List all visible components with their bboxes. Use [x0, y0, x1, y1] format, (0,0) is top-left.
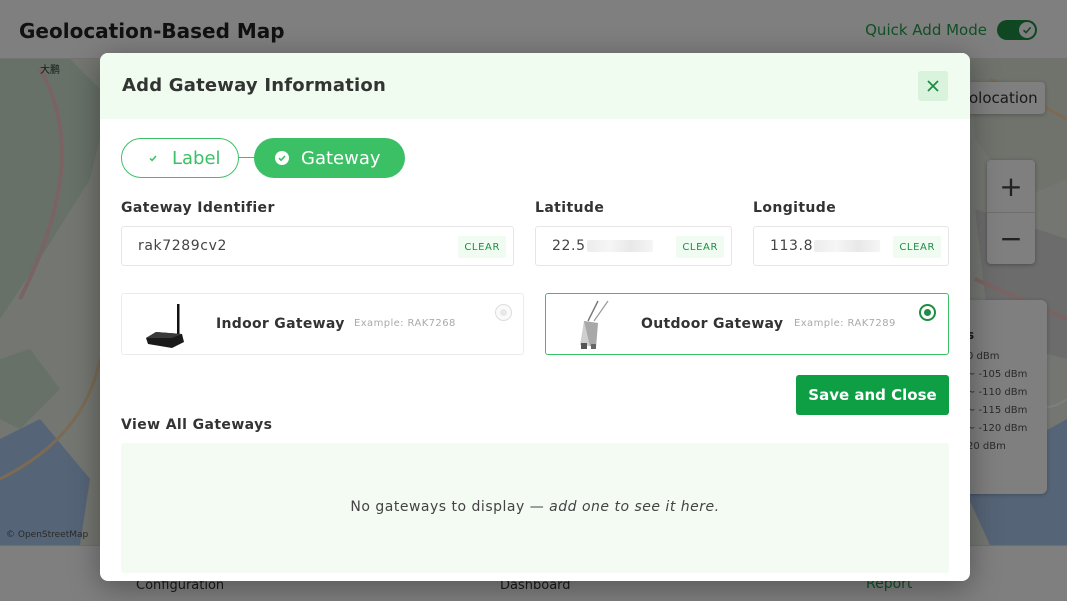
- outdoor-gateway-option[interactable]: Outdoor Gateway Example: RAK7289: [545, 293, 949, 355]
- gateway-identifier-field[interactable]: rak7289cv2 CLEAR: [121, 226, 514, 266]
- outdoor-gateway-radio[interactable]: [919, 304, 936, 321]
- step-gateway-text: Gateway: [301, 147, 381, 169]
- clear-longitude-button[interactable]: CLEAR: [893, 236, 941, 258]
- step-label[interactable]: Label: [121, 138, 239, 178]
- redacted-mask: [814, 240, 881, 252]
- gateway-list: No gateways to display — add one to see …: [121, 443, 949, 573]
- empty-state-hint: add one to see it here.: [549, 499, 720, 515]
- step-indicator: Label Gateway: [121, 138, 421, 178]
- gateway-identifier-value: rak7289cv2: [138, 238, 227, 254]
- empty-state-text: No gateways to display —: [350, 499, 545, 515]
- check-icon: [146, 151, 160, 165]
- add-gateway-modal: Add Gateway Information Label Gateway Ga…: [100, 53, 970, 581]
- indoor-gateway-radio[interactable]: [495, 304, 512, 321]
- indoor-gateway-name: Indoor Gateway: [216, 316, 345, 332]
- outdoor-gateway-name: Outdoor Gateway: [641, 316, 784, 332]
- indoor-router-icon: [146, 304, 184, 348]
- latitude-value: 22.5: [552, 238, 586, 254]
- empty-state-message: No gateways to display — add one to see …: [121, 499, 949, 515]
- gateway-identifier-label: Gateway Identifier: [121, 200, 275, 216]
- latitude-field[interactable]: 22.5 CLEAR: [535, 226, 732, 266]
- save-and-close-button[interactable]: Save and Close: [796, 375, 949, 415]
- step-gateway[interactable]: Gateway: [254, 138, 405, 178]
- clear-latitude-button[interactable]: CLEAR: [676, 236, 724, 258]
- step-label-text: Label: [172, 147, 221, 169]
- clear-gateway-identifier-button[interactable]: CLEAR: [458, 236, 506, 258]
- latitude-value-wrap: 22.5: [552, 238, 653, 254]
- redacted-mask: [586, 240, 653, 252]
- outdoor-gateway-icon: [580, 300, 609, 349]
- longitude-value: 113.8: [770, 238, 814, 254]
- longitude-value-wrap: 113.8: [770, 238, 881, 254]
- indoor-gateway-example: Example: RAK7268: [354, 318, 456, 329]
- modal-title: Add Gateway Information: [122, 75, 386, 96]
- latitude-label: Latitude: [535, 200, 605, 216]
- indoor-gateway-option[interactable]: Indoor Gateway Example: RAK7268: [121, 293, 524, 355]
- modal-header: Add Gateway Information: [100, 53, 970, 119]
- view-all-gateways-title: View All Gateways: [121, 417, 273, 433]
- check-circle-icon: [275, 151, 289, 165]
- close-icon: [927, 80, 939, 92]
- longitude-label: Longitude: [753, 200, 837, 216]
- outdoor-gateway-example: Example: RAK7289: [794, 318, 896, 329]
- close-button[interactable]: [918, 71, 948, 101]
- longitude-field[interactable]: 113.8 CLEAR: [753, 226, 949, 266]
